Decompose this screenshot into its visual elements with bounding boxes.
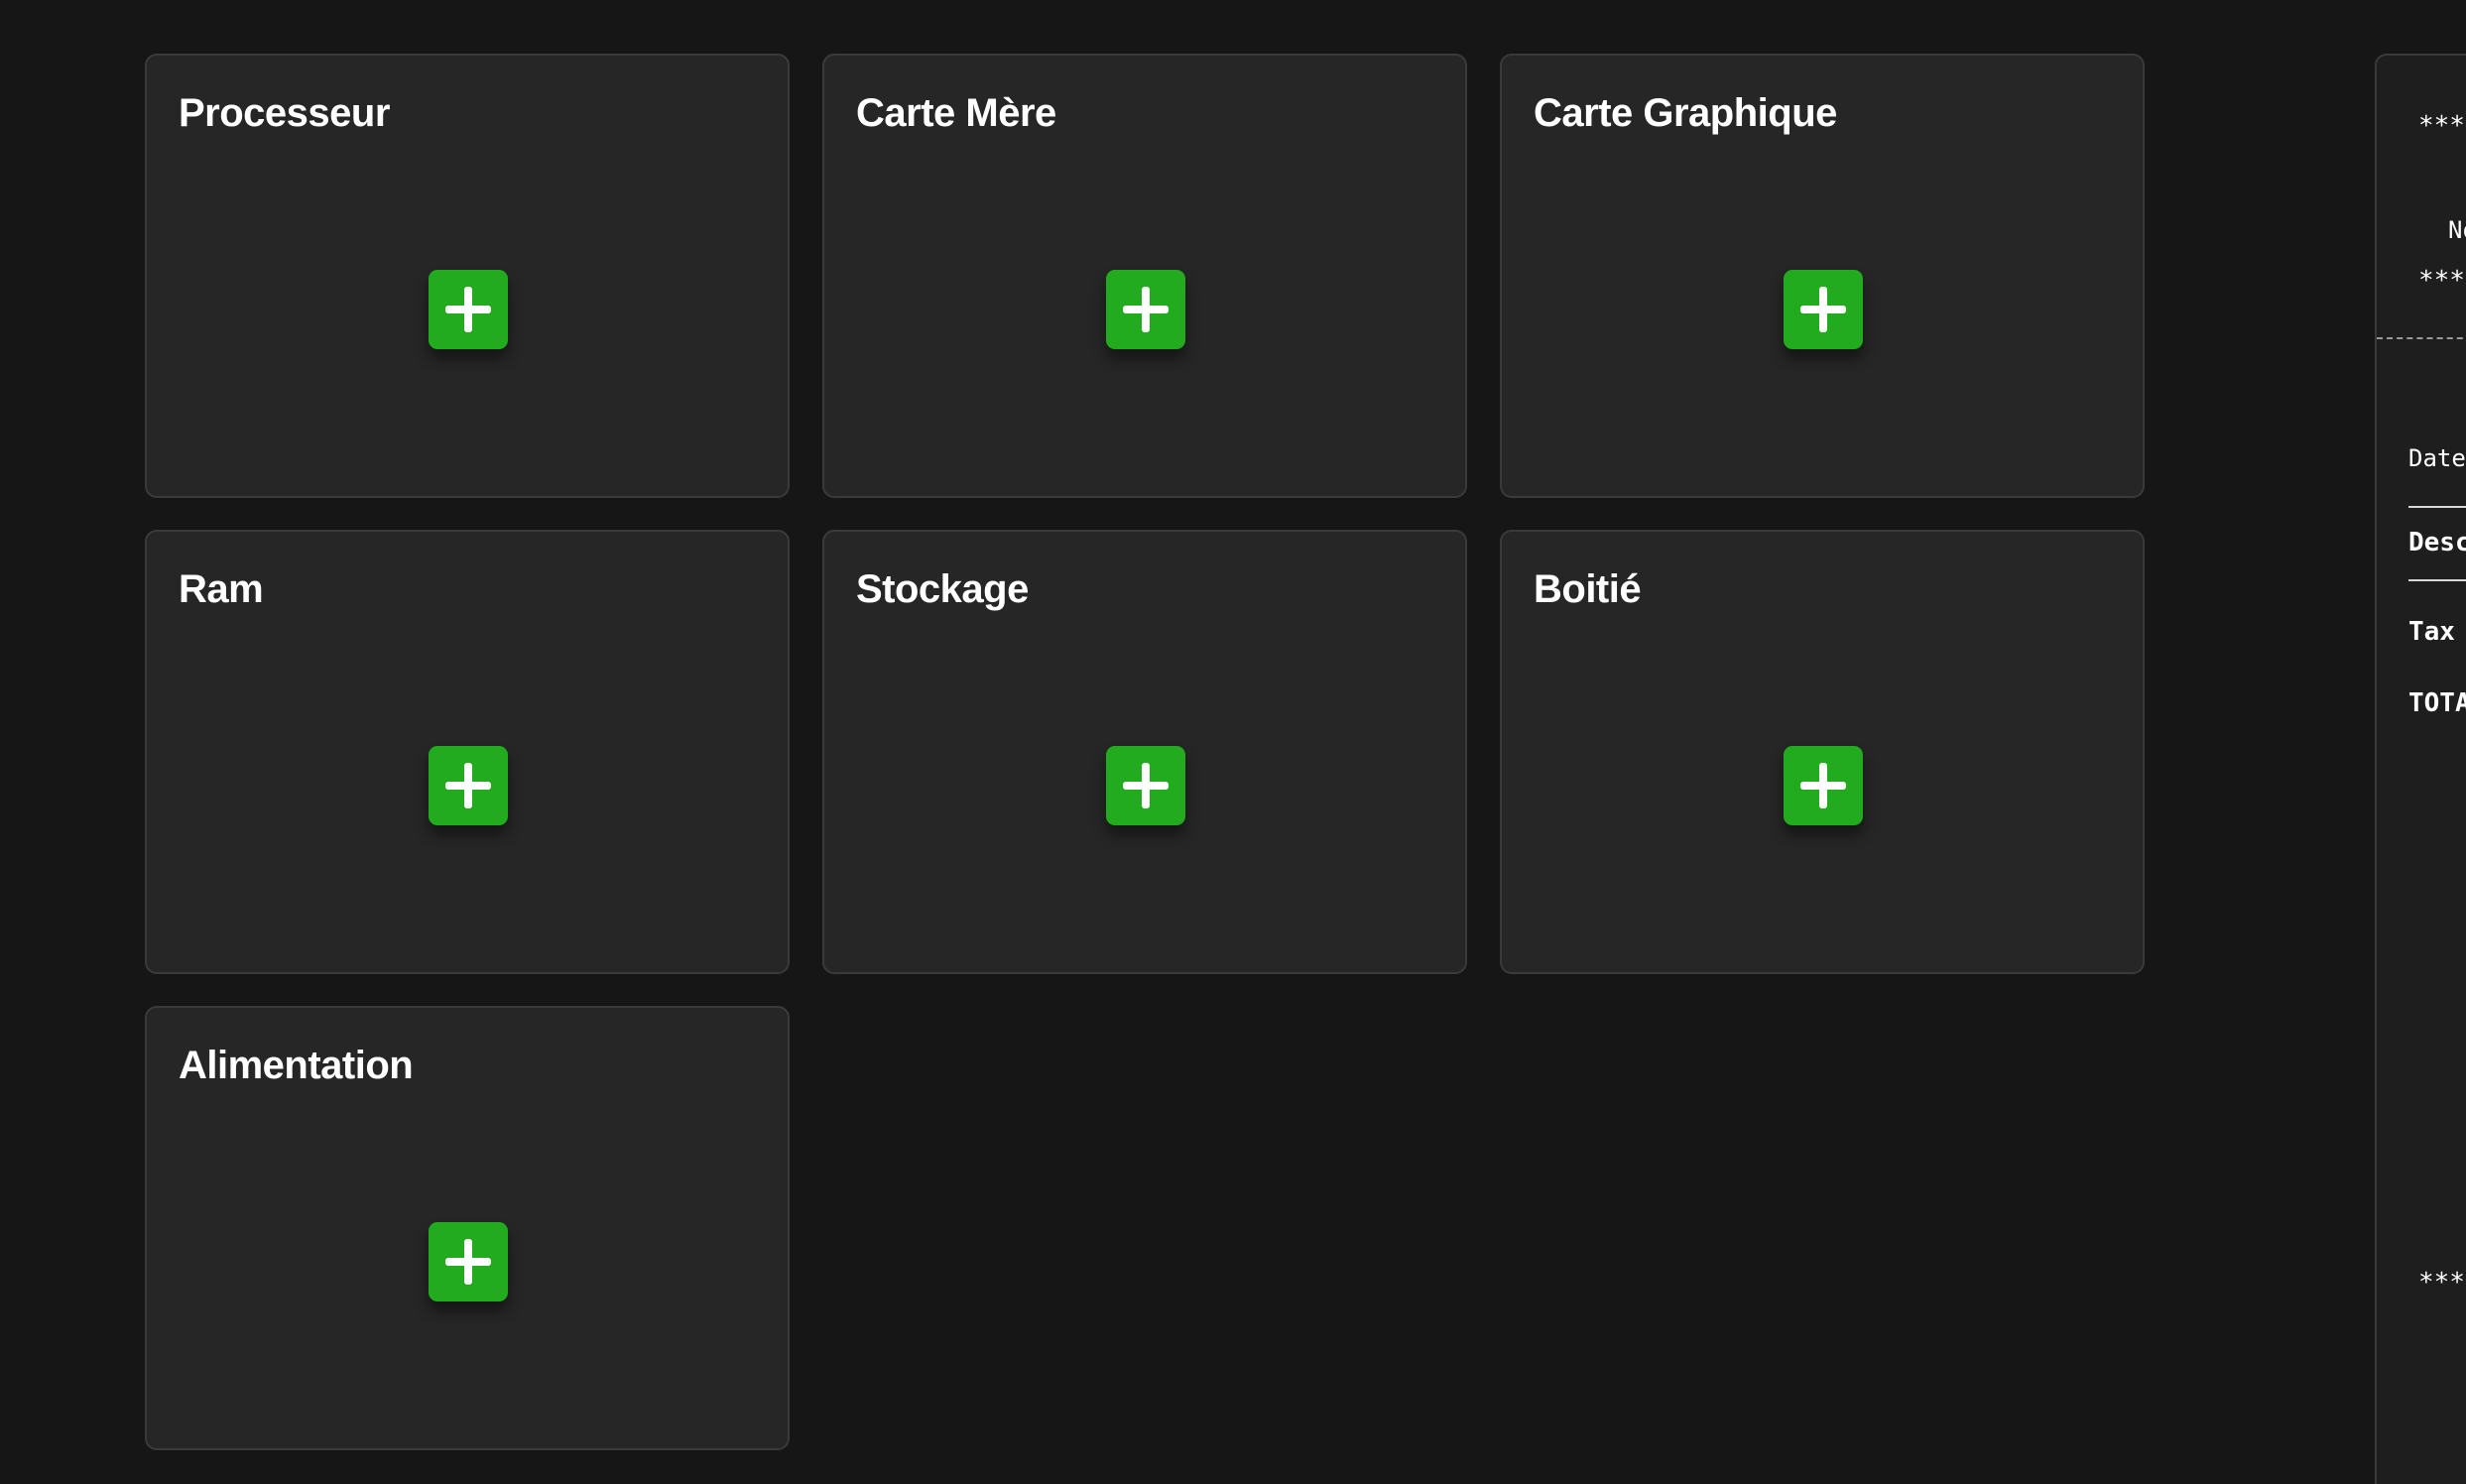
- card-title: Carte Graphique: [1534, 91, 1837, 135]
- component-card-boitie: Boitié: [1500, 530, 2145, 974]
- card-title: Processeur: [179, 91, 390, 135]
- receipt-tax-label: Tax: [2408, 617, 2455, 647]
- app-root: Processeur Carte Mère Carte Graphique Ra…: [0, 0, 2466, 1484]
- add-carte-graphique-button[interactable]: [1784, 270, 1863, 349]
- card-title: Carte Mère: [856, 91, 1056, 135]
- card-title: Ram: [179, 567, 264, 611]
- card-title: Boitié: [1534, 567, 1642, 611]
- component-grid: Processeur Carte Mère Carte Graphique Ra…: [145, 54, 2145, 1450]
- component-card-ram: Ram: [145, 530, 790, 974]
- receipt-stars-line: *****: [2418, 266, 2466, 296]
- receipt-header-rule-bottom: [2408, 579, 2466, 581]
- receipt-total-label: TOTA: [2408, 688, 2466, 718]
- receipt-panel: ***** No ***** Date Desc Tax TOTA *****: [2375, 54, 2466, 1484]
- component-card-carte-graphique: Carte Graphique: [1500, 54, 2145, 498]
- component-card-processeur: Processeur: [145, 54, 790, 498]
- component-card-stockage: Stockage: [822, 530, 1467, 974]
- add-ram-button[interactable]: [429, 746, 508, 825]
- add-carte-mere-button[interactable]: [1106, 270, 1185, 349]
- receipt-header-rule-top: [2408, 506, 2466, 508]
- receipt-name-fragment: No: [2448, 216, 2466, 244]
- add-alimentation-button[interactable]: [429, 1222, 508, 1301]
- receipt-description-header: Desc: [2408, 528, 2466, 557]
- receipt-bottom-stars: *****: [2418, 1268, 2466, 1298]
- card-title: Stockage: [856, 567, 1029, 611]
- receipt-date-label: Date: [2408, 444, 2466, 472]
- receipt-top-stars: *****: [2418, 111, 2466, 141]
- receipt-dashed-divider: [2377, 337, 2466, 339]
- add-boitie-button[interactable]: [1784, 746, 1863, 825]
- component-card-alimentation: Alimentation: [145, 1006, 790, 1450]
- add-stockage-button[interactable]: [1106, 746, 1185, 825]
- card-title: Alimentation: [179, 1044, 414, 1087]
- add-processeur-button[interactable]: [429, 270, 508, 349]
- component-card-carte-mere: Carte Mère: [822, 54, 1467, 498]
